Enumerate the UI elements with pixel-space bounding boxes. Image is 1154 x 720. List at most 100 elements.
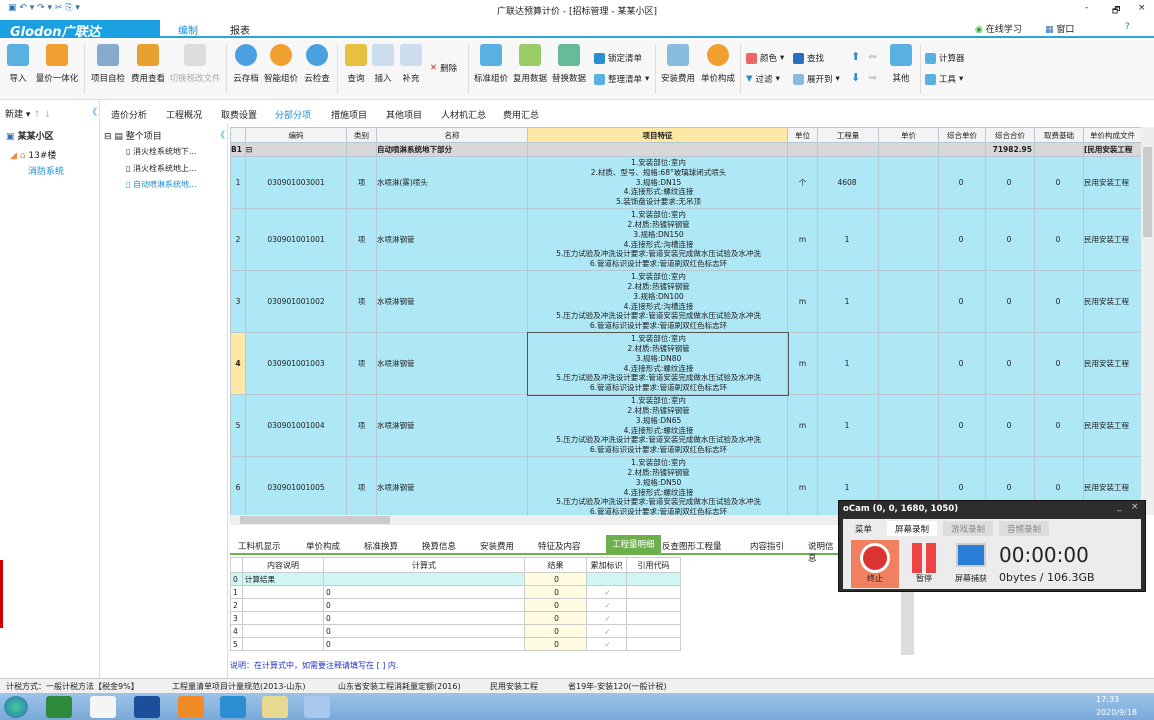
cell-qty[interactable]: 4608 <box>817 156 879 209</box>
cell-qty[interactable]: 1 <box>817 270 879 333</box>
detail-cell-result[interactable]: 0 <box>524 598 587 612</box>
detail-cell-desc[interactable] <box>242 598 324 612</box>
detail-cell-result[interactable]: 0 <box>524 637 587 651</box>
detail-cell-ref[interactable] <box>626 585 681 599</box>
cloud-check-button[interactable]: 云检查 <box>300 44 334 84</box>
tab-fee-summary[interactable]: 费用汇总 <box>503 108 539 121</box>
detail-cell-n[interactable]: 2 <box>230 598 243 612</box>
detail-row[interactable]: 1 0 0 ✓ <box>230 585 681 599</box>
cell-name[interactable]: 水喷淋(雾)喷头 <box>376 156 528 209</box>
ocam-tab-audio[interactable]: 音频录制 <box>999 521 1050 536</box>
cell-price[interactable] <box>878 270 939 333</box>
cell-cprice[interactable]: 0 <box>938 332 986 395</box>
expand-to-button[interactable]: 展开到 ▾ <box>793 73 840 85</box>
tab-cost-analysis[interactable]: 造价分析 <box>111 108 147 121</box>
ribbon-tab-edit[interactable]: 编制 <box>178 22 198 37</box>
cell-desc[interactable]: 1.安装部位:室内 2.材质、型号、规格:68°玻璃球闭式喷头 3.规格:DN15 4… <box>527 156 788 209</box>
tree-root[interactable]: ⊟ ▤ 整个项目 <box>104 129 162 142</box>
detail-row[interactable]: 3 0 0 ✓ <box>230 611 681 625</box>
cell-rn[interactable]: 5 <box>230 394 246 457</box>
cell-file[interactable]: 民用安装工程 <box>1083 270 1141 333</box>
cell-name[interactable]: 水喷淋钢管 <box>376 394 528 457</box>
cell-base[interactable]: 0 <box>1034 394 1084 457</box>
smart-price-button[interactable]: 智能组价 <box>264 44 298 84</box>
detail-cell-check[interactable]: ✓ <box>586 611 627 625</box>
cell-unit[interactable]: m <box>787 456 818 515</box>
detail-cell-n[interactable]: 5 <box>230 637 243 651</box>
section-row[interactable]: B1 ⊟ 自动喷淋系统地下部分 71982.95 [民用安装工程 <box>230 142 1141 157</box>
cell-name[interactable]: 水喷淋钢管 <box>376 208 528 271</box>
cell-code[interactable]: 030901001005 <box>245 456 347 515</box>
cell-base[interactable]: 0 <box>1034 156 1084 209</box>
detail-tab[interactable]: 工程量明细 <box>606 535 661 553</box>
detail-tab[interactable]: 反查图形工程量 <box>662 540 722 552</box>
move-down-icon[interactable]: ⬇ <box>851 71 860 84</box>
collapse-nav-icon[interactable]: 《 <box>88 105 97 118</box>
switch-tax-button[interactable]: 切换税改文件 <box>168 44 222 84</box>
detail-cell-result[interactable]: 0 <box>524 572 587 586</box>
cell-code[interactable]: 030901001004 <box>245 394 347 457</box>
filter-button[interactable]: ▼ 过滤 ▾ <box>746 73 780 85</box>
ppt-task-icon[interactable] <box>90 696 116 718</box>
self-check-button[interactable]: 项目自检 <box>89 44 127 84</box>
app-a-task-icon[interactable] <box>304 696 330 718</box>
cell-code[interactable]: 030901001002 <box>245 270 347 333</box>
ocam-pause-button[interactable]: 暂停 <box>909 543 939 584</box>
cell-type[interactable]: 项 <box>346 208 377 271</box>
tree-building[interactable]: ◢ ⌂ 13#楼 <box>10 148 56 161</box>
cell-cprice[interactable]: 0 <box>938 208 986 271</box>
ocam-tab-screen[interactable]: 屏幕录制 <box>887 521 938 536</box>
cell-cprice[interactable]: 0 <box>938 156 986 209</box>
cell-name[interactable]: 水喷淋钢管 <box>376 332 528 395</box>
cell-unit[interactable]: m <box>787 208 818 271</box>
cell-rn[interactable]: 6 <box>230 456 246 515</box>
maximize-button[interactable]: 🗗 <box>1112 3 1120 19</box>
detail-cell-check[interactable]: ✓ <box>586 585 627 599</box>
cell-file[interactable]: 民用安装工程 <box>1083 156 1141 209</box>
tab-materials-summary[interactable]: 人材机汇总 <box>441 108 486 121</box>
detail-row[interactable]: 5 0 0 ✓ <box>230 637 681 651</box>
detail-cell-formula[interactable]: 0 <box>323 624 525 638</box>
cell-unit[interactable]: m <box>787 270 818 333</box>
new-button[interactable]: 新建 ▾ ↑ ↓ <box>5 107 51 120</box>
cell-name[interactable]: 水喷淋钢管 <box>376 270 528 333</box>
detail-cell-check[interactable]: ✓ <box>586 637 627 651</box>
cell-ctotal[interactable]: 0 <box>985 270 1035 333</box>
cell-qty[interactable]: 1 <box>817 394 879 457</box>
detail-cell-desc[interactable] <box>242 637 324 651</box>
supplement-button[interactable]: 补充 <box>394 44 428 84</box>
cell-price[interactable] <box>878 156 939 209</box>
cell-rn[interactable]: 1 <box>230 156 246 209</box>
detail-cell-result[interactable]: 0 <box>524 585 587 599</box>
detail-cell-check[interactable] <box>586 572 627 586</box>
detail-cell-n[interactable]: 4 <box>230 624 243 638</box>
cell-desc[interactable]: 1.安装部位:室内 2.材质:热镀锌钢管 3.规格:DN150 4.连接形式:沟槽连接… <box>527 208 788 271</box>
cell-ctotal[interactable]: 0 <box>985 156 1035 209</box>
tree-item[interactable]: ▯ 消火栓系统地上... <box>126 163 197 174</box>
detail-cell-n[interactable]: 0 <box>230 572 243 586</box>
lock-list-button[interactable]: 锁定清单 <box>594 52 642 64</box>
explorer-task-icon[interactable] <box>262 696 288 718</box>
color-button[interactable]: 颜色 ▾ <box>746 52 784 64</box>
detail-cell-desc[interactable]: 计算结果 <box>242 572 324 586</box>
cell-desc[interactable]: 1.安装部位:室内 2.材质:热镀锌钢管 3.规格:DN50 4.连接形式:螺纹连接 5… <box>527 456 788 515</box>
help-button[interactable]: ? <box>1125 22 1130 32</box>
cell-type[interactable]: 项 <box>346 270 377 333</box>
detail-tab[interactable]: 特征及内容 <box>538 540 581 552</box>
table-row[interactable]: 4 030901001003 项水喷淋钢管 1.安装部位:室内 2.材质:热镀锌钢管 3.… <box>230 331 1141 396</box>
tools-button[interactable]: 工具 ▾ <box>925 73 963 85</box>
price-composition-button[interactable]: 单价构成 <box>699 44 737 84</box>
table-vertical-scrollbar[interactable] <box>1141 127 1154 515</box>
ocam-stop-button[interactable]: 终止 <box>851 540 899 588</box>
tree-item-selected[interactable]: ▯ 自动喷淋系统地... <box>126 179 197 190</box>
tree-project[interactable]: ▣ 某某小区 <box>6 129 54 142</box>
detail-cell-result[interactable]: 0 <box>524 611 587 625</box>
cell-price[interactable] <box>878 394 939 457</box>
cell-base[interactable]: 0 <box>1034 270 1084 333</box>
move-up-icon[interactable]: ⬆ <box>851 50 860 63</box>
cell-type[interactable]: 项 <box>346 456 377 515</box>
tab-other-items[interactable]: 其他项目 <box>386 108 422 121</box>
cell-base[interactable]: 0 <box>1034 332 1084 395</box>
cell-desc[interactable]: 1.安装部位:室内 2.材质:热镀锌钢管 3.规格:DN65 4.连接形式:螺纹连接 5… <box>527 394 788 457</box>
detail-cell-n[interactable]: 3 <box>230 611 243 625</box>
